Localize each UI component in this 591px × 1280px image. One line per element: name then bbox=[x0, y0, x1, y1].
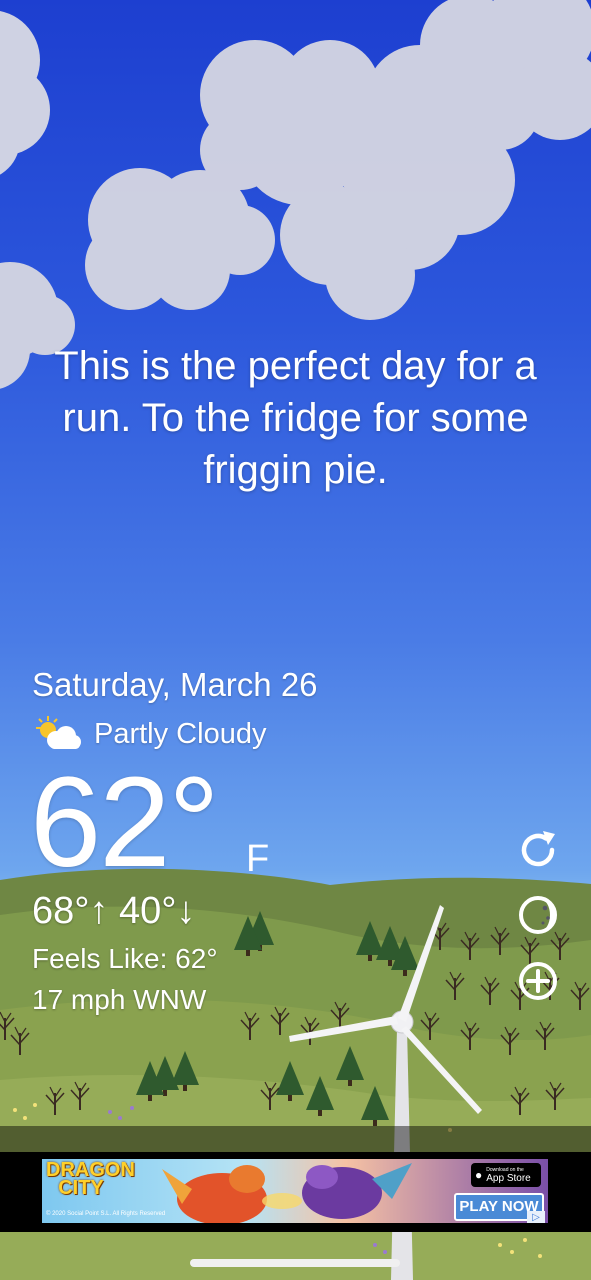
moon-icon bbox=[519, 896, 557, 934]
ad-copyright: © 2020 Social Point S.L. All Rights Rese… bbox=[46, 1211, 166, 1217]
add-icon bbox=[519, 962, 557, 1000]
condition-label: Partly Cloudy bbox=[94, 717, 267, 750]
weather-background-scene bbox=[0, 0, 591, 1280]
current-temperature: 62° bbox=[30, 751, 220, 894]
low-arrow-icon: ↓ bbox=[176, 890, 196, 932]
condition-row: Partly Cloudy bbox=[32, 712, 266, 756]
adchoices-icon[interactable]: ▷ bbox=[527, 1211, 545, 1223]
date-label: Saturday, March 26 bbox=[32, 666, 318, 703]
weather-message: This is the perfect day for a run. To th… bbox=[54, 344, 537, 492]
apple-icon: ● bbox=[475, 1168, 483, 1182]
ad-banner[interactable]: DRAGON CITY © 2020 Social Point S.L. All… bbox=[42, 1159, 548, 1223]
ad-logo: DRAGON CITY bbox=[46, 1159, 135, 1199]
high-temp: 68° bbox=[32, 890, 90, 932]
temperature-unit: F bbox=[246, 838, 270, 880]
high-low-temps: 68°↑ 40°↓ bbox=[32, 890, 196, 933]
high-arrow-icon: ↑ bbox=[89, 890, 109, 932]
home-indicator[interactable] bbox=[190, 1259, 400, 1267]
ad-shadow bbox=[0, 1126, 591, 1152]
partly-cloudy-icon bbox=[36, 716, 81, 749]
cloud-group bbox=[0, 0, 591, 389]
feels-like: Feels Like: 62° bbox=[32, 943, 218, 974]
wind-info: 17 mph WNW bbox=[32, 984, 207, 1015]
weather-screen: This is the perfect day for a run. To th… bbox=[0, 0, 591, 1280]
refresh-button[interactable] bbox=[514, 826, 562, 874]
refresh-icon bbox=[521, 831, 555, 867]
app-store-badge[interactable]: ● Download on the App Store bbox=[471, 1163, 541, 1187]
low-temp: 40° bbox=[119, 890, 177, 932]
moon-phase-button[interactable] bbox=[514, 891, 562, 939]
add-location-button[interactable] bbox=[514, 957, 562, 1005]
